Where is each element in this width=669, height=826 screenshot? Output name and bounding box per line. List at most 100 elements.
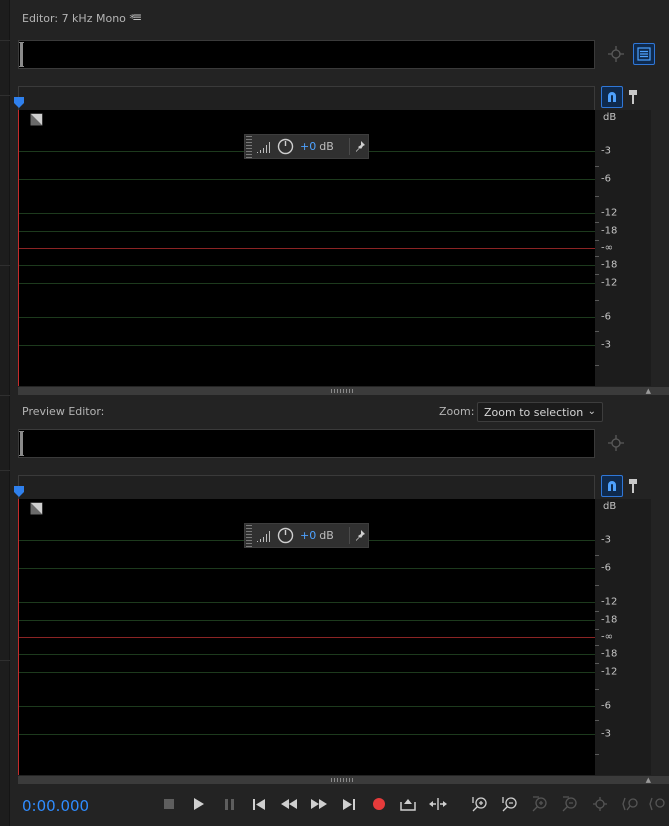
skip-selection-icon [400, 799, 416, 811]
hud-volume-value[interactable]: +0 [300, 529, 316, 542]
hamburger-menu-icon[interactable]: ≡ [132, 10, 142, 24]
stop-icon [164, 799, 174, 809]
zoom-mode-select[interactable]: Zoom to selection ⌄ [477, 402, 603, 422]
scrollbar-grip[interactable] [331, 778, 355, 782]
editor-db-ruler: dB -3 -6 -12 -18 -∞ -18 -12 -6 -3 [595, 110, 651, 386]
skip-to-start-button[interactable] [249, 794, 269, 814]
zoom-in-amplitude-button[interactable] [470, 794, 490, 814]
play-button[interactable] [189, 794, 209, 814]
ruler-label: -18 [601, 648, 618, 660]
preview-volume-hud[interactable]: +0 dB [244, 523, 369, 548]
pin-icon[interactable] [355, 529, 366, 542]
ruler-unit: dB [603, 112, 617, 123]
ruler-label: -12 [601, 596, 618, 608]
left-panel-edge [0, 0, 10, 826]
preview-db-ruler: dB -3 -6 -12 -18 -∞ -18 -12 -6 -3 [595, 499, 651, 775]
rewind-icon [281, 799, 297, 809]
skip-back-icon [253, 798, 265, 810]
skip-to-end-button[interactable] [339, 794, 359, 814]
ruler-label: -18 [601, 259, 618, 271]
chevron-up-icon[interactable]: ▲ [646, 387, 651, 395]
overview-cursor-icon [19, 431, 24, 456]
zoom-mode-value: Zoom to selection [484, 406, 584, 419]
ruler-label: -12 [601, 666, 618, 678]
ruler-label: -18 [601, 225, 618, 237]
volume-knob-icon[interactable] [277, 138, 294, 155]
zoom-crosshair-icon[interactable] [605, 43, 627, 65]
hud-volume-value[interactable]: +0 [300, 140, 316, 153]
play-to-end-button[interactable] [398, 794, 418, 814]
scrollbar-grip[interactable] [331, 389, 355, 393]
time-selection-icon[interactable] [30, 502, 43, 515]
ruler-label: -3 [601, 145, 611, 157]
volume-knob-icon[interactable] [277, 527, 294, 544]
ruler-label: -6 [601, 173, 611, 185]
loop-icon [429, 798, 447, 810]
ruler-label: -3 [601, 728, 611, 740]
current-time-display[interactable]: 0:00.000 [22, 797, 89, 815]
zoom-out-time-button[interactable] [560, 794, 580, 814]
zoom-in-time-icon [532, 796, 547, 812]
chevron-down-icon: ⌄ [587, 406, 596, 417]
zoom-out-amplitude-button[interactable] [500, 794, 520, 814]
zoom-crosshair-icon[interactable] [605, 432, 627, 454]
zoom-out-selection-button[interactable] [648, 794, 668, 814]
marker-pin-icon[interactable] [622, 475, 644, 497]
pause-button[interactable] [219, 794, 239, 814]
editor-timeline-ruler[interactable] [18, 86, 595, 110]
record-button[interactable] [369, 794, 389, 814]
pause-icon [224, 798, 234, 810]
preview-overview-bar[interactable] [18, 429, 595, 458]
level-bars-icon [257, 141, 270, 153]
snap-magnet-icon[interactable] [601, 86, 623, 108]
editor-volume-hud[interactable]: +0 dB [244, 134, 369, 159]
editor-horizontal-scrollbar[interactable]: ▲ [18, 387, 669, 395]
preview-horizontal-scrollbar[interactable]: ▲ [18, 776, 669, 784]
zoom-full-button[interactable] [590, 794, 610, 814]
preview-editor-title: Preview Editor: [22, 405, 105, 418]
hud-drag-handle[interactable] [246, 135, 252, 158]
zoom-selection-out-icon [649, 797, 665, 811]
ruler-label: -∞ [601, 631, 613, 643]
skip-forward-icon [343, 798, 355, 810]
ruler-label: -3 [601, 534, 611, 546]
pin-icon[interactable] [355, 140, 366, 153]
zoom-full-icon [593, 797, 607, 811]
ruler-label: -6 [601, 311, 611, 323]
ruler-label: -12 [601, 277, 618, 289]
ruler-unit: dB [603, 501, 617, 512]
hud-volume-unit: dB [319, 140, 334, 153]
zoom-out-time-icon [562, 796, 577, 812]
overview-cursor-icon [19, 42, 24, 67]
ruler-label: -6 [601, 700, 611, 712]
zoom-label: Zoom: [439, 405, 475, 418]
ruler-label: -6 [601, 562, 611, 574]
ruler-label: -3 [601, 339, 611, 351]
snap-magnet-icon[interactable] [601, 475, 623, 497]
time-selection-icon[interactable] [30, 113, 43, 126]
ruler-label: -∞ [601, 242, 613, 254]
loop-button[interactable] [428, 794, 448, 814]
fast-forward-icon [311, 799, 327, 809]
preview-playhead-icon[interactable] [14, 486, 24, 497]
play-icon [194, 798, 204, 810]
fast-forward-button[interactable] [309, 794, 329, 814]
zoom-selection-icon [622, 797, 638, 811]
stop-button[interactable] [159, 794, 179, 814]
chevron-up-icon[interactable]: ▲ [646, 776, 651, 784]
rewind-button[interactable] [279, 794, 299, 814]
editor-overview-bar[interactable] [18, 40, 595, 69]
editor-panel-title: Editor: 7 kHz Mono * [22, 12, 135, 25]
zoom-in-time-button[interactable] [530, 794, 550, 814]
hud-volume-unit: dB [319, 529, 334, 542]
editor-playhead-icon[interactable] [14, 97, 24, 108]
hud-drag-handle[interactable] [246, 524, 252, 547]
zoom-selection-button[interactable] [621, 794, 641, 814]
ruler-label: -12 [601, 207, 618, 219]
marker-pin-icon[interactable] [622, 86, 644, 108]
spectral-view-toggle-icon[interactable] [633, 43, 655, 65]
level-bars-icon [257, 530, 270, 542]
record-icon [373, 798, 385, 810]
ruler-label: -18 [601, 614, 618, 626]
preview-timeline-ruler[interactable] [18, 475, 595, 499]
